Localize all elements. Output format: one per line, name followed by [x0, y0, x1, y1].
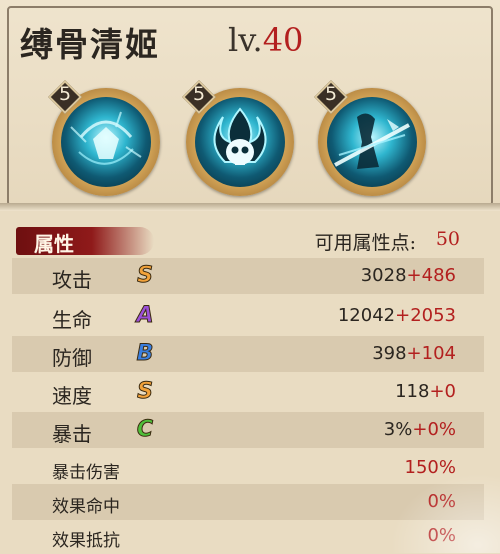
stat-bonus: +2053 [395, 305, 456, 326]
stat-bonus: +104 [406, 343, 456, 364]
stat-row-attack: 攻击 S 3028+486 [12, 258, 484, 294]
stat-row-defense: 防御 B 398+104 [12, 336, 484, 372]
grade-badge: S [137, 379, 154, 405]
available-points-label: 可用属性点: [314, 232, 416, 254]
level-prefix: lv. [228, 21, 263, 59]
stat-name: 防御 [52, 346, 92, 370]
stat-value: 3%+0% [384, 419, 456, 440]
stat-value: 3028+486 [361, 265, 456, 286]
stat-name: 生命 [52, 308, 92, 332]
stat-name: 攻击 [52, 268, 92, 292]
grade-badge: S [137, 263, 154, 289]
stat-row-crit: 暴击 C 3%+0% [12, 412, 484, 448]
stat-base: 398 [372, 343, 407, 364]
hero-name: 缚骨清姬 [20, 25, 160, 64]
tab-attributes[interactable]: 属性 [16, 224, 156, 258]
level-number: 40 [262, 21, 304, 59]
section-divider [0, 203, 500, 211]
stat-base: 118 [395, 381, 430, 402]
skill-1-button[interactable]: 5 [48, 80, 160, 196]
stat-row-health: 生命 A 12042+2053 [12, 298, 484, 334]
stat-base: 12042 [337, 305, 396, 326]
stat-row-speed: 速度 S 118+0 [12, 374, 484, 410]
available-points-value: 50 [435, 228, 460, 250]
stat-name: 暴击伤害 [52, 463, 120, 483]
grade-badge: A [136, 303, 154, 329]
stat-base: 3028 [360, 265, 407, 286]
grade-badge: C [136, 417, 154, 443]
grade-badge: B [136, 341, 154, 367]
tab-attributes-label: 属性 [34, 232, 74, 256]
skill-2-button[interactable]: 5 [182, 80, 294, 196]
stat-bonus: +0% [412, 419, 456, 440]
stat-name: 效果抵抗 [52, 531, 120, 551]
stat-name: 效果命中 [52, 497, 120, 517]
stat-value: 118+0 [395, 381, 456, 402]
skill-1-level-badge: 5 [48, 80, 82, 114]
stat-bonus: +0 [429, 381, 456, 402]
stat-name: 暴击 [52, 422, 92, 446]
decorative-watermark [390, 473, 500, 553]
skill-3-level-badge: 5 [314, 80, 348, 114]
stat-value: 12042+2053 [338, 305, 456, 326]
stat-base: 3% [383, 419, 413, 440]
stat-bonus: +486 [406, 265, 456, 286]
skill-2-level-badge: 5 [182, 80, 216, 114]
stat-value: 398+104 [372, 343, 456, 364]
stat-name: 速度 [52, 384, 92, 408]
skill-3-button[interactable]: 5 [314, 80, 426, 196]
hero-level: lv.40 [228, 21, 303, 59]
